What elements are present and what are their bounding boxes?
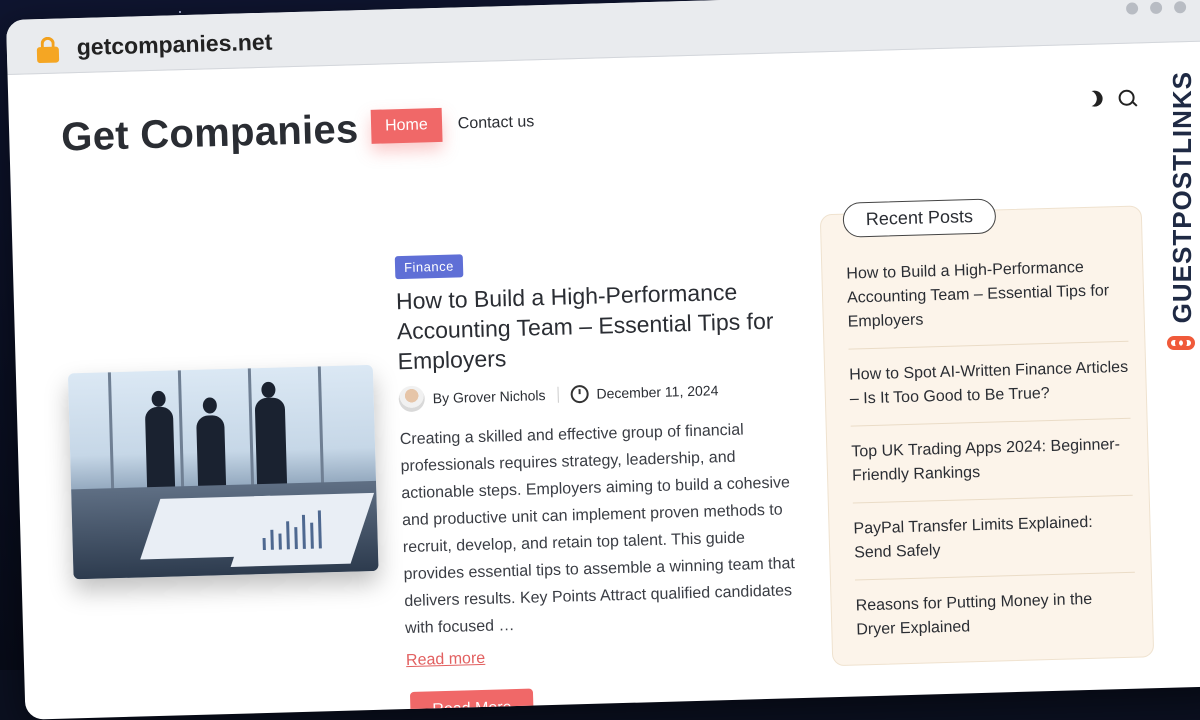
- post-author[interactable]: By Grover Nichols: [433, 387, 546, 406]
- watermark-text: GUESTPOSTLINKS: [1166, 70, 1197, 323]
- address-bar-url[interactable]: getcompanies.net: [76, 29, 272, 61]
- clock-icon: [570, 384, 589, 404]
- main-nav: Home Contact us: [370, 105, 535, 144]
- lock-icon: [36, 36, 60, 64]
- recent-posts-list: How to Build a High-Performance Accounti…: [846, 254, 1137, 671]
- link-icon: [1167, 331, 1195, 355]
- read-more-button[interactable]: Read More: [409, 688, 535, 720]
- header-tools: [1084, 88, 1138, 110]
- post-excerpt: Creating a skilled and effective group o…: [399, 421, 796, 638]
- dark-mode-toggle-icon[interactable]: [1084, 88, 1106, 110]
- post-title[interactable]: How to Build a High-Performance Accounti…: [396, 275, 788, 376]
- window-controls: [1125, 1, 1187, 15]
- post-thumbnail[interactable]: [67, 364, 379, 580]
- site-logo[interactable]: Get Companies: [61, 107, 359, 160]
- window-dot-icon[interactable]: [1149, 1, 1163, 15]
- next-widget-title: [879, 700, 1023, 720]
- widget-title: Recent Posts: [842, 198, 997, 238]
- nav-contact-us[interactable]: Contact us: [458, 113, 535, 133]
- recent-posts-widget: Recent Posts How to Build a High-Perform…: [819, 198, 1155, 667]
- recent-post-item[interactable]: Top UK Trading Apps 2024: Beginner-Frien…: [851, 432, 1133, 504]
- window-dot-icon[interactable]: [1125, 2, 1139, 15]
- category-badge[interactable]: Finance: [394, 254, 464, 280]
- guestpostlinks-watermark: GUESTPOSTLINKS: [1164, 55, 1200, 355]
- browser-window: getcompanies.net Get Companies Home Cont…: [6, 0, 1200, 720]
- meta-divider: [557, 386, 559, 403]
- recent-post-item[interactable]: PayPal Transfer Limits Explained: Send S…: [853, 509, 1135, 581]
- post-date: December 11, 2024: [596, 382, 719, 402]
- recent-post-item[interactable]: How to Spot AI-Written Finance Articles …: [848, 355, 1131, 427]
- site-content: Get Companies Home Contact us Finance Ho…: [8, 41, 1200, 720]
- read-more-link[interactable]: Read more: [406, 650, 486, 670]
- post-meta: By Grover Nichols December 11, 2024: [398, 377, 719, 413]
- search-icon[interactable]: [1118, 89, 1138, 107]
- recent-post-item[interactable]: How to Build a High-Performance Accounti…: [846, 254, 1129, 350]
- window-dot-icon[interactable]: [1173, 1, 1187, 14]
- nav-home[interactable]: Home: [370, 107, 443, 144]
- avatar: [398, 385, 426, 413]
- recent-post-item[interactable]: Reasons for Putting Money in the Dryer E…: [855, 587, 1137, 657]
